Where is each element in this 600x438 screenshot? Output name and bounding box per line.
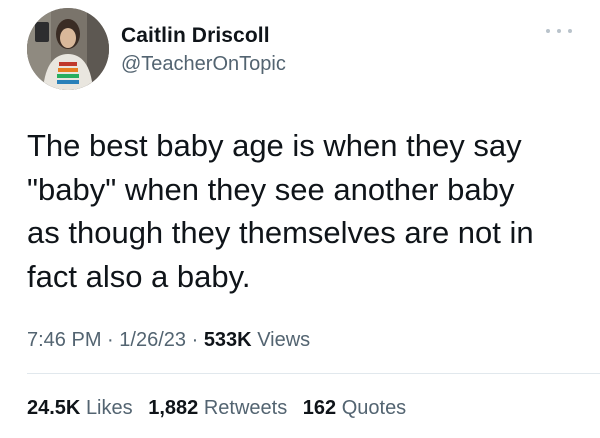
- quotes-stat[interactable]: 162 Quotes: [303, 397, 406, 419]
- separator: ·: [191, 329, 199, 351]
- more-options-icon[interactable]: [546, 24, 572, 38]
- retweets-stat[interactable]: 1,882 Retweets: [148, 397, 287, 419]
- retweets-label: Retweets: [203, 397, 288, 419]
- views-count: 533K: [203, 329, 252, 351]
- retweets-count: 1,882: [148, 397, 199, 419]
- tweet-date[interactable]: 1/26/23: [119, 329, 186, 351]
- views-label: Views: [257, 329, 311, 351]
- tweet-time[interactable]: 7:46 PM: [27, 329, 101, 351]
- avatar[interactable]: [27, 8, 109, 90]
- tweet-text: The best baby age is when they say "baby…: [27, 128, 534, 294]
- avatar-photo: [27, 8, 109, 90]
- likes-label: Likes: [85, 397, 133, 419]
- likes-count: 24.5K: [27, 397, 81, 419]
- author-handle[interactable]: @TeacherOnTopic: [121, 53, 286, 76]
- author-name[interactable]: Caitlin Driscoll: [121, 24, 270, 48]
- divider: [27, 373, 600, 374]
- quotes-count: 162: [302, 397, 337, 419]
- separator: ·: [107, 329, 114, 351]
- dot: [557, 29, 561, 33]
- tweet-card: Caitlin Driscoll @TeacherOnTopic The bes…: [0, 0, 600, 438]
- likes-stat[interactable]: 24.5K Likes: [27, 397, 133, 419]
- dot: [546, 29, 550, 33]
- tweet-metadata: 7:46 PM · 1/26/23 · 533K Views: [27, 329, 310, 352]
- dot: [568, 29, 572, 33]
- tweet-stats: 24.5K Likes 1,882 Retweets 162 Quotes: [27, 397, 416, 420]
- quotes-label: Quotes: [341, 397, 407, 419]
